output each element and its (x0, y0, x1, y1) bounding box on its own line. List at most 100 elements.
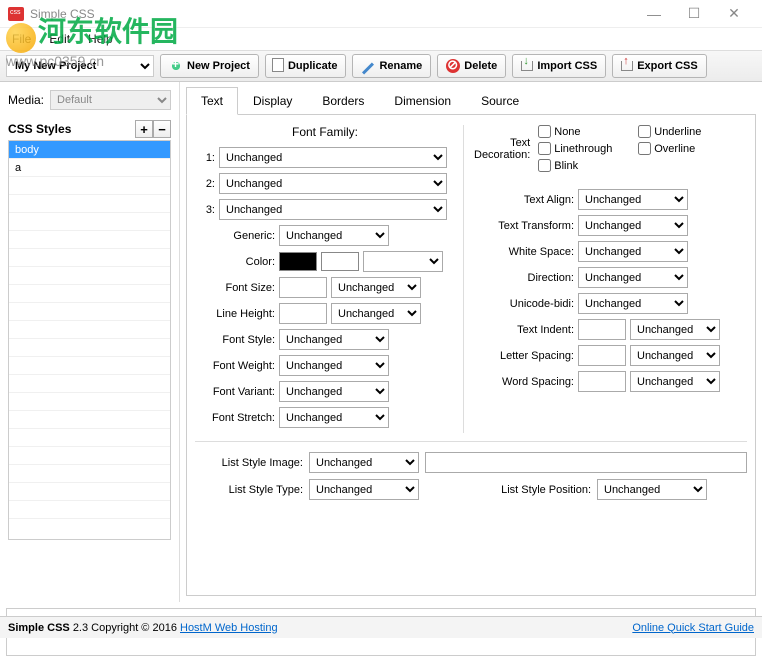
list-style-image-input[interactable] (425, 452, 747, 473)
delete-button[interactable]: Delete (437, 54, 506, 78)
pencil-icon (362, 62, 374, 74)
list-item (9, 429, 170, 447)
styles-list[interactable]: body a (8, 140, 171, 540)
minimize-button[interactable]: — (634, 2, 674, 26)
list-style-image-select[interactable]: Unchanged (309, 452, 419, 473)
menu-file[interactable]: File (4, 30, 39, 48)
font2-select[interactable]: Unchanged (219, 173, 447, 194)
new-project-button[interactable]: New Project (160, 54, 259, 78)
font-weight-label: Font Weight: (195, 360, 275, 372)
font-size-label: Font Size: (195, 282, 275, 294)
tab-display[interactable]: Display (238, 87, 307, 115)
font-size-unit[interactable]: Unchanged (331, 277, 421, 298)
font3-label: 3: (195, 204, 215, 216)
line-height-input[interactable] (279, 303, 327, 324)
project-select[interactable]: My New Project (6, 55, 154, 77)
list-item (9, 393, 170, 411)
generic-select[interactable]: Unchanged (279, 225, 389, 246)
export-icon (621, 61, 633, 71)
text-indent-input[interactable] (578, 319, 626, 340)
font-weight-select[interactable]: Unchanged (279, 355, 389, 376)
font-size-input[interactable] (279, 277, 327, 298)
list-style-position-select[interactable]: Unchanged (597, 479, 707, 500)
letter-spacing-unit[interactable]: Unchanged (630, 345, 720, 366)
deco-underline[interactable]: Underline (638, 125, 726, 138)
maximize-button[interactable]: ☐ (674, 2, 714, 26)
font-style-label: Font Style: (195, 334, 275, 346)
unicode-bidi-select[interactable]: Unchanged (578, 293, 688, 314)
list-item[interactable]: a (9, 159, 170, 177)
list-item (9, 249, 170, 267)
export-css-button[interactable]: Export CSS (612, 54, 707, 78)
plus-circle-icon (169, 59, 183, 73)
remove-style-button[interactable]: − (153, 120, 171, 138)
list-item (9, 213, 170, 231)
list-item (9, 357, 170, 375)
list-item (9, 231, 170, 249)
deco-none[interactable]: None (538, 125, 626, 138)
tab-borders[interactable]: Borders (307, 87, 379, 115)
list-item (9, 339, 170, 357)
word-spacing-unit[interactable]: Unchanged (630, 371, 720, 392)
list-style-type-select[interactable]: Unchanged (309, 479, 419, 500)
tab-dimension[interactable]: Dimension (379, 87, 466, 115)
add-style-button[interactable]: + (135, 120, 153, 138)
font-style-select[interactable]: Unchanged (279, 329, 389, 350)
duplicate-button[interactable]: Duplicate (265, 54, 347, 78)
hostm-link[interactable]: HostM Web Hosting (180, 622, 278, 634)
letter-spacing-input[interactable] (578, 345, 626, 366)
menu-help[interactable]: Help (80, 30, 121, 48)
import-icon (521, 61, 533, 71)
css-styles-title: CSS Styles (8, 122, 71, 136)
list-item (9, 285, 170, 303)
letter-spacing-label: Letter Spacing: (474, 350, 574, 362)
list-item (9, 303, 170, 321)
list-item (9, 375, 170, 393)
close-button[interactable]: ✕ (714, 2, 754, 26)
font3-select[interactable]: Unchanged (219, 199, 447, 220)
list-item (9, 483, 170, 501)
tab-text[interactable]: Text (186, 87, 238, 115)
deco-linethrough[interactable]: Linethrough (538, 142, 626, 155)
list-item[interactable]: body (9, 141, 170, 159)
font1-select[interactable]: Unchanged (219, 147, 447, 168)
list-item (9, 195, 170, 213)
list-style-position-label: List Style Position: (471, 484, 591, 496)
text-transform-label: Text Transform: (474, 220, 574, 232)
text-transform-select[interactable]: Unchanged (578, 215, 688, 236)
font-variant-select[interactable]: Unchanged (279, 381, 389, 402)
window-title: Simple CSS (30, 7, 634, 21)
font-stretch-label: Font Stretch: (195, 412, 275, 424)
font1-label: 1: (195, 152, 215, 164)
line-height-unit[interactable]: Unchanged (331, 303, 421, 324)
white-space-label: White Space: (474, 246, 574, 258)
color-select[interactable] (363, 251, 443, 272)
text-decoration-label: Text Decoration: (474, 137, 530, 161)
media-select[interactable]: Default (50, 90, 171, 110)
duplicate-icon (274, 60, 284, 72)
quick-start-link[interactable]: Online Quick Start Guide (632, 622, 754, 634)
font-stretch-select[interactable]: Unchanged (279, 407, 389, 428)
tab-source[interactable]: Source (466, 87, 534, 115)
list-item (9, 321, 170, 339)
direction-select[interactable]: Unchanged (578, 267, 688, 288)
deco-blink[interactable]: Blink (538, 159, 626, 172)
import-css-button[interactable]: Import CSS (512, 54, 606, 78)
text-align-label: Text Align: (474, 194, 574, 206)
list-style-image-label: List Style Image: (195, 457, 303, 469)
text-align-select[interactable]: Unchanged (578, 189, 688, 210)
word-spacing-input[interactable] (578, 371, 626, 392)
color-label: Color: (195, 256, 275, 268)
menu-edit[interactable]: Edit (41, 30, 78, 48)
text-indent-unit[interactable]: Unchanged (630, 319, 720, 340)
status-left: Simple CSS 2.3 Copyright © 2016 HostM We… (8, 622, 278, 634)
color-empty[interactable] (321, 252, 359, 271)
color-swatch[interactable] (279, 252, 317, 271)
deco-overline[interactable]: Overline (638, 142, 726, 155)
white-space-select[interactable]: Unchanged (578, 241, 688, 262)
line-height-label: Line Height: (195, 308, 275, 320)
list-item (9, 177, 170, 195)
generic-label: Generic: (195, 230, 275, 242)
rename-button[interactable]: Rename (352, 54, 431, 78)
word-spacing-label: Word Spacing: (474, 376, 574, 388)
